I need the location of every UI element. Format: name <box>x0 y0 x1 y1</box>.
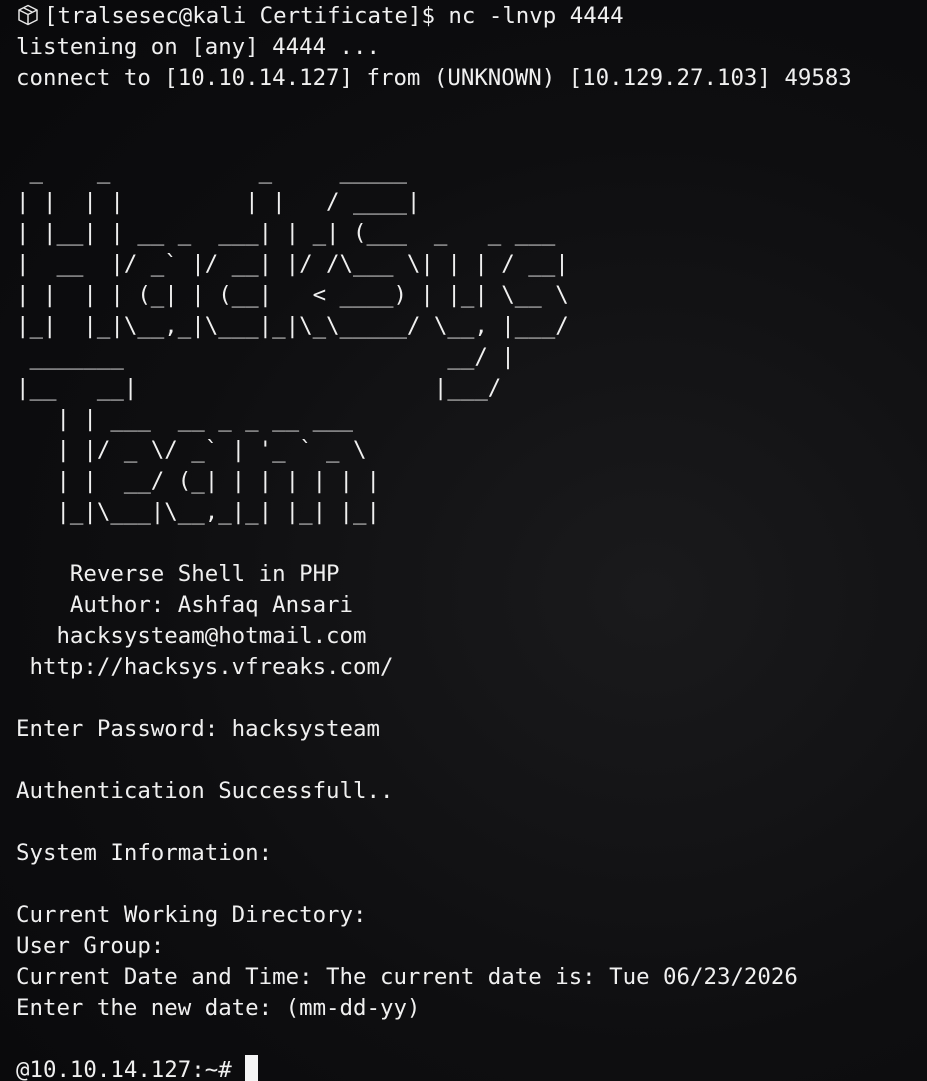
output-line: | | ___ __ _ _ __ ___ <box>16 406 354 432</box>
output-line: Reverse Shell in PHP <box>16 561 340 587</box>
shell-prompt-text: @10.10.14.127:~# <box>16 1057 246 1081</box>
output-line: Current Working Directory: <box>16 902 367 928</box>
output-line: | __ |/ _` |/ __| |/ /\___ \| | | / __| <box>16 251 569 277</box>
output-line: http://hacksys.vfreaks.com/ <box>16 654 394 680</box>
output-line: Enter Password: hacksysteam <box>16 716 380 742</box>
output-line: | |/ _ \/ _` | '_ ` _ \ <box>16 437 367 463</box>
output-line: connect to [10.10.14.127] from (UNKNOWN)… <box>16 65 852 91</box>
output-line: | |__| | __ _ ___| | _| (___ _ _ ___ <box>16 220 556 246</box>
output-line: Current Date and Time: The current date … <box>16 964 798 990</box>
output-line: | | __/ (_| | | | | | | <box>16 468 380 494</box>
shell-prompt-line[interactable]: @10.10.14.127:~# <box>16 1055 927 1081</box>
text-cursor <box>245 1055 259 1081</box>
package-icon <box>16 3 40 27</box>
output-line: hacksysteam@hotmail.com <box>16 623 367 649</box>
output-line: _ _ _ _____ <box>16 158 407 184</box>
output-line: | | | | (_| | (__| < ____) | |_| \__ \ <box>16 282 569 308</box>
output-line: |_|\___|\__,_|_| |_| |_| <box>16 499 380 525</box>
output-line: |_| |_|\__,_|\___|_|\_\_____/ \__, |___/ <box>16 313 569 339</box>
terminal-window[interactable]: [tralsesec@kali Certificate]$ nc -lnvp 4… <box>0 0 927 1081</box>
prompt-command-text: [tralsesec@kali Certificate]$ nc -lnvp 4… <box>44 3 624 29</box>
output-line: Enter the new date: (mm-dd-yy) <box>16 995 421 1021</box>
output-line: System Information: <box>16 840 273 866</box>
output-line: User Group: <box>16 933 165 959</box>
command-prompt-line: [tralsesec@kali Certificate]$ nc -lnvp 4… <box>16 1 927 32</box>
output-line: | | | | | | / ____| <box>16 189 421 215</box>
output-line: Author: Ashfaq Ansari <box>16 592 354 618</box>
terminal-output: listening on [any] 4444 ... connect to [1… <box>16 32 927 1055</box>
output-line: listening on [any] 4444 ... <box>16 34 380 60</box>
output-line: _______ __/ | <box>16 344 515 370</box>
output-line: Authentication Successfull.. <box>16 778 394 804</box>
output-line: |__ __| |___/ <box>16 375 502 401</box>
